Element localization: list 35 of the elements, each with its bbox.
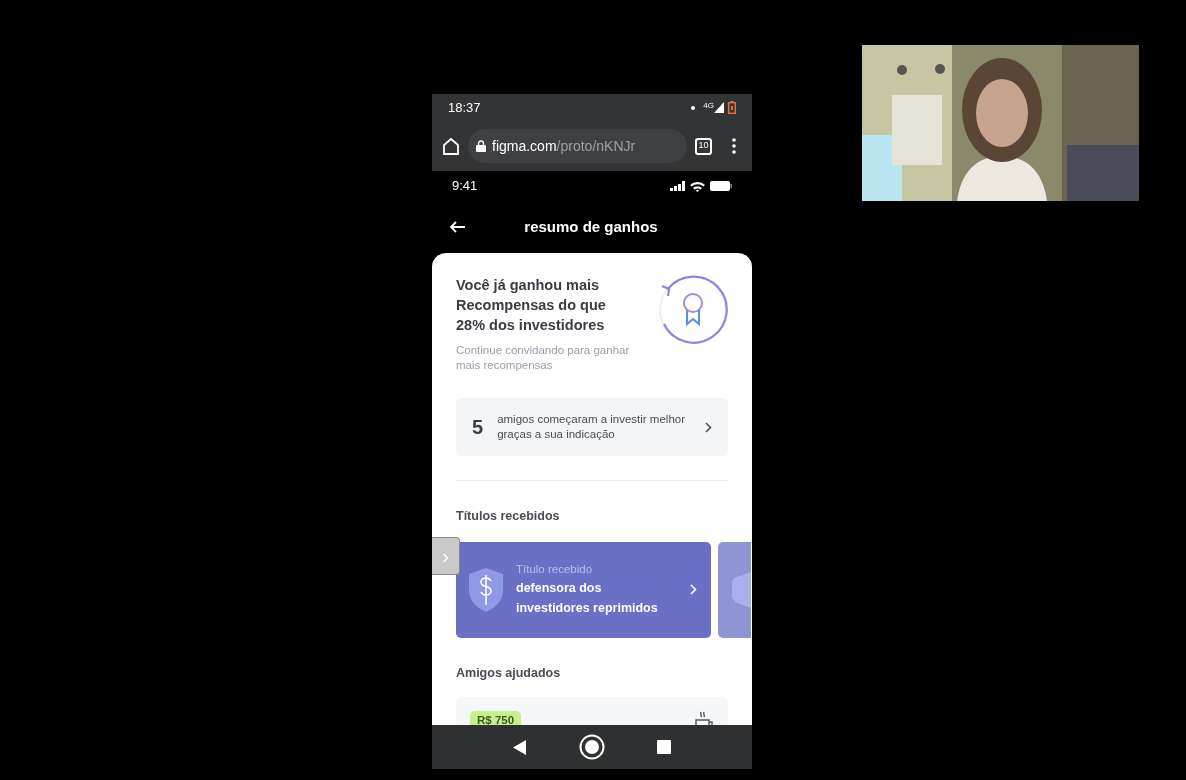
lock-icon (476, 140, 486, 152)
back-arrow-icon[interactable] (450, 221, 466, 233)
url-text: figma.com/proto/nKNJr (492, 136, 636, 156)
referral-text: amigos começaram a investir melhor graças a sua indicação (497, 412, 687, 442)
referral-count: 5 (472, 415, 484, 440)
network-type: 4G (703, 100, 714, 112)
wifi-icon (690, 180, 705, 192)
shield-icon (731, 569, 751, 610)
referral-card[interactable]: 5 amigos começaram a investir melhor graças a sua indicação (456, 398, 728, 456)
home-circle-icon[interactable] (579, 734, 605, 760)
tab-count[interactable]: 10 (695, 137, 712, 155)
award-badge-icon (658, 275, 728, 345)
chevron-right-icon (705, 421, 712, 433)
coffee-cup-icon (694, 710, 714, 725)
signal-icon (670, 181, 686, 191)
clock: 18:37 (448, 98, 481, 117)
battery-icon (728, 101, 736, 114)
clock: 9:41 (452, 177, 478, 196)
screen-title: resumo de ganhos (523, 216, 659, 237)
shield-dollar-icon (468, 566, 504, 613)
address-bar[interactable]: figma.com/proto/nKNJr (468, 129, 687, 163)
title-card[interactable]: Título recebido defensora dos investidores reprimidos (456, 541, 711, 638)
back-triangle-icon[interactable] (513, 739, 527, 755)
chevron-right-icon (690, 584, 697, 596)
amount-tag: R$ 750 (470, 711, 522, 725)
card-label: Título recebido (516, 562, 594, 578)
section-heading: Amigos ajudados (456, 664, 562, 682)
home-icon[interactable] (442, 137, 460, 155)
signal-icon (714, 102, 724, 113)
dot-icon (691, 105, 696, 110)
headline: Você já ganhou mais Recompensas do que 28% dos investidores (456, 276, 607, 335)
title-name: defensora dos investidores reprimidos (516, 580, 659, 618)
section-heading: Títulos recebidos (456, 508, 561, 525)
battery-icon (710, 181, 732, 191)
subtitle: Continue convidando para ganhar mais recompensas (456, 343, 631, 373)
